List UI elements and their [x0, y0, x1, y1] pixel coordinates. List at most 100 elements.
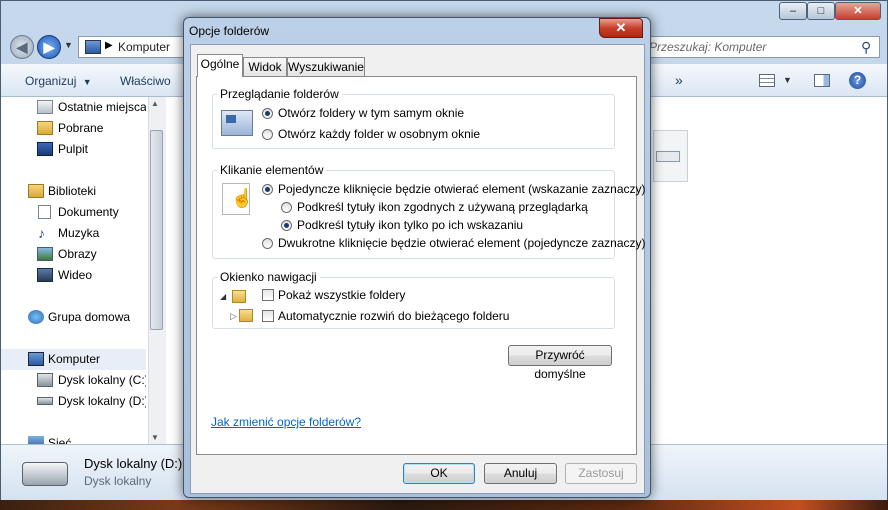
search-icon[interactable]: ⚲ — [861, 39, 871, 56]
nav-item-downloads[interactable]: Pobrane — [1, 118, 146, 139]
radio-open-new-window[interactable] — [262, 129, 273, 140]
tree-collapsed-icon: ▷ — [230, 311, 237, 321]
option-show-all-folders[interactable]: Pokaż wszystkie foldery — [278, 288, 405, 302]
videos-icon — [37, 268, 53, 282]
nav-item-libraries[interactable]: Biblioteki — [1, 181, 146, 202]
tab-view[interactable]: Widok — [243, 57, 287, 76]
tab-search[interactable]: Wyszukiwanie — [287, 57, 365, 76]
option-single-click[interactable]: Pojedyncze kliknięcie będzie otwierać el… — [278, 182, 646, 196]
computer-icon — [85, 40, 101, 54]
option-open-new-window[interactable]: Otwórz każdy folder w osobnym oknie — [278, 127, 480, 141]
drive-large-icon — [22, 462, 68, 486]
scroll-up-icon[interactable]: ▲ — [151, 99, 159, 108]
tree-expanded-icon: ◢ — [220, 292, 227, 301]
chevron-down-icon: ▼ — [82, 77, 92, 87]
back-button[interactable]: ◀ — [10, 35, 34, 59]
pictures-icon — [37, 247, 53, 261]
radio-double-click[interactable] — [262, 238, 273, 249]
change-view-icon[interactable] — [759, 74, 775, 87]
help-icon[interactable]: ? — [849, 72, 866, 89]
nav-item-label: Biblioteki — [48, 184, 97, 198]
option-open-same-window[interactable]: Otwórz foldery w tym samym oknie — [278, 106, 464, 120]
minimize-button[interactable]: – — [779, 2, 807, 20]
nav-item-drive-d[interactable]: Dysk lokalny (D:) — [1, 391, 146, 412]
nav-item-drive-c[interactable]: Dysk lokalny (C:) — [1, 370, 146, 391]
tab-general[interactable]: Ogólne — [197, 54, 243, 77]
organize-menu[interactable]: Organizuj ▼ — [25, 74, 92, 88]
navigation-pane-legend: Okienko nawigacji — [217, 270, 320, 284]
radio-open-same-window[interactable] — [262, 108, 273, 119]
checkbox-show-all-folders[interactable] — [262, 289, 274, 301]
option-auto-expand[interactable]: Automatycznie rozwiń do bieżącego folder… — [278, 309, 509, 323]
organize-label: Organizuj — [25, 74, 77, 88]
hand-cursor-icon: ☝ — [231, 188, 254, 208]
click-items-legend: Klikanie elementów — [217, 163, 327, 177]
search-input[interactable]: Przeszukaj: Komputer — [640, 36, 880, 58]
search-placeholder: Przeszukaj: Komputer — [649, 40, 767, 54]
nav-item-label: Muzyka — [58, 226, 100, 240]
radio-underline-browser[interactable] — [281, 202, 292, 213]
folder-icon — [232, 290, 246, 303]
scroll-down-icon[interactable]: ▼ — [151, 433, 159, 442]
recent-places-icon — [37, 100, 53, 114]
pointer-hand-icon: ☝ — [222, 183, 254, 215]
checkbox-auto-expand[interactable] — [262, 310, 274, 322]
nav-item-label: Dysk lokalny (C:) — [58, 373, 146, 387]
nav-item-label: Dysk lokalny (D:) — [58, 394, 146, 408]
downloads-folder-icon — [37, 121, 53, 135]
desktop-icon — [37, 142, 53, 156]
nav-item-homegroup[interactable]: Grupa domowa — [1, 307, 146, 328]
forward-button[interactable]: ▶ — [37, 35, 61, 59]
nav-item-computer[interactable]: Komputer — [1, 349, 146, 370]
nav-item-recent[interactable]: Ostatnie miejsca — [1, 97, 146, 118]
explorer-close-button[interactable]: ✕ — [835, 2, 881, 20]
option-underline-point[interactable]: Podkreśl tytuły ikon tylko po ich wskaza… — [297, 218, 523, 232]
breadcrumb-arrow-icon[interactable]: ▶ — [105, 40, 113, 51]
nav-item-documents[interactable]: Dokumenty — [1, 202, 146, 223]
music-icon: ♪ — [38, 225, 45, 241]
drive-usage-bar — [656, 151, 680, 162]
nav-item-music[interactable]: ♪ Muzyka — [1, 223, 146, 244]
option-double-click[interactable]: Dwukrotne kliknięcie będzie otwierać ele… — [278, 236, 646, 250]
maximize-button[interactable]: □ — [807, 2, 835, 20]
nav-item-desktop[interactable]: Pulpit — [1, 139, 146, 160]
nav-item-label: Wideo — [58, 268, 93, 282]
radio-underline-point[interactable] — [281, 220, 292, 231]
dialog-title: Opcje folderów — [189, 24, 270, 38]
nav-item-label: Grupa domowa — [48, 310, 131, 324]
navigation-pane: Ostatnie miejsca Pobrane Pulpit Bibliote… — [1, 97, 147, 445]
folder-icon — [239, 309, 253, 322]
recent-pages-dropdown-icon[interactable]: ▼ — [64, 40, 73, 50]
preview-pane-icon[interactable] — [814, 74, 830, 87]
restore-defaults-button[interactable]: Przywróć domyślne — [508, 345, 612, 381]
details-name: Dysk lokalny (D:) — [84, 456, 183, 471]
apply-button[interactable]: Zastosuj — [565, 463, 637, 484]
radio-single-click[interactable] — [262, 184, 273, 195]
view-dropdown-icon[interactable]: ▼ — [783, 75, 792, 85]
documents-icon — [38, 205, 51, 219]
scrollbar-thumb[interactable] — [150, 130, 163, 330]
dialog-close-button[interactable]: ✕ — [599, 18, 643, 38]
cancel-button[interactable]: Anuluj — [484, 463, 557, 484]
nav-item-pictures[interactable]: Obrazy — [1, 244, 146, 265]
browse-folders-legend: Przeglądanie folderów — [217, 87, 342, 101]
drive-c-icon — [37, 373, 53, 387]
nav-item-videos[interactable]: Wideo — [1, 265, 146, 286]
homegroup-icon — [28, 310, 44, 324]
nav-item-label: Pulpit — [58, 142, 89, 156]
ok-button[interactable]: OK — [403, 463, 475, 484]
breadcrumb-computer[interactable]: Komputer — [118, 40, 170, 54]
libraries-icon — [28, 184, 44, 198]
window-preview-icon — [226, 115, 236, 123]
details-type: Dysk lokalny — [84, 474, 152, 488]
properties-button[interactable]: Właściwo — [120, 74, 171, 88]
help-link[interactable]: Jak zmienić opcje folderów? — [211, 415, 361, 429]
nav-item-label: Pobrane — [58, 121, 104, 135]
computer-icon — [28, 352, 44, 366]
option-underline-browser[interactable]: Podkreśl tytuły ikon zgodnych z używaną … — [297, 200, 588, 214]
nav-item-label: Ostatnie miejsca — [58, 100, 146, 114]
close-icon: ✕ — [615, 20, 627, 35]
drive-d-icon — [37, 397, 53, 405]
nav-item-label: Obrazy — [58, 247, 97, 261]
more-commands-button[interactable]: » — [675, 72, 683, 88]
